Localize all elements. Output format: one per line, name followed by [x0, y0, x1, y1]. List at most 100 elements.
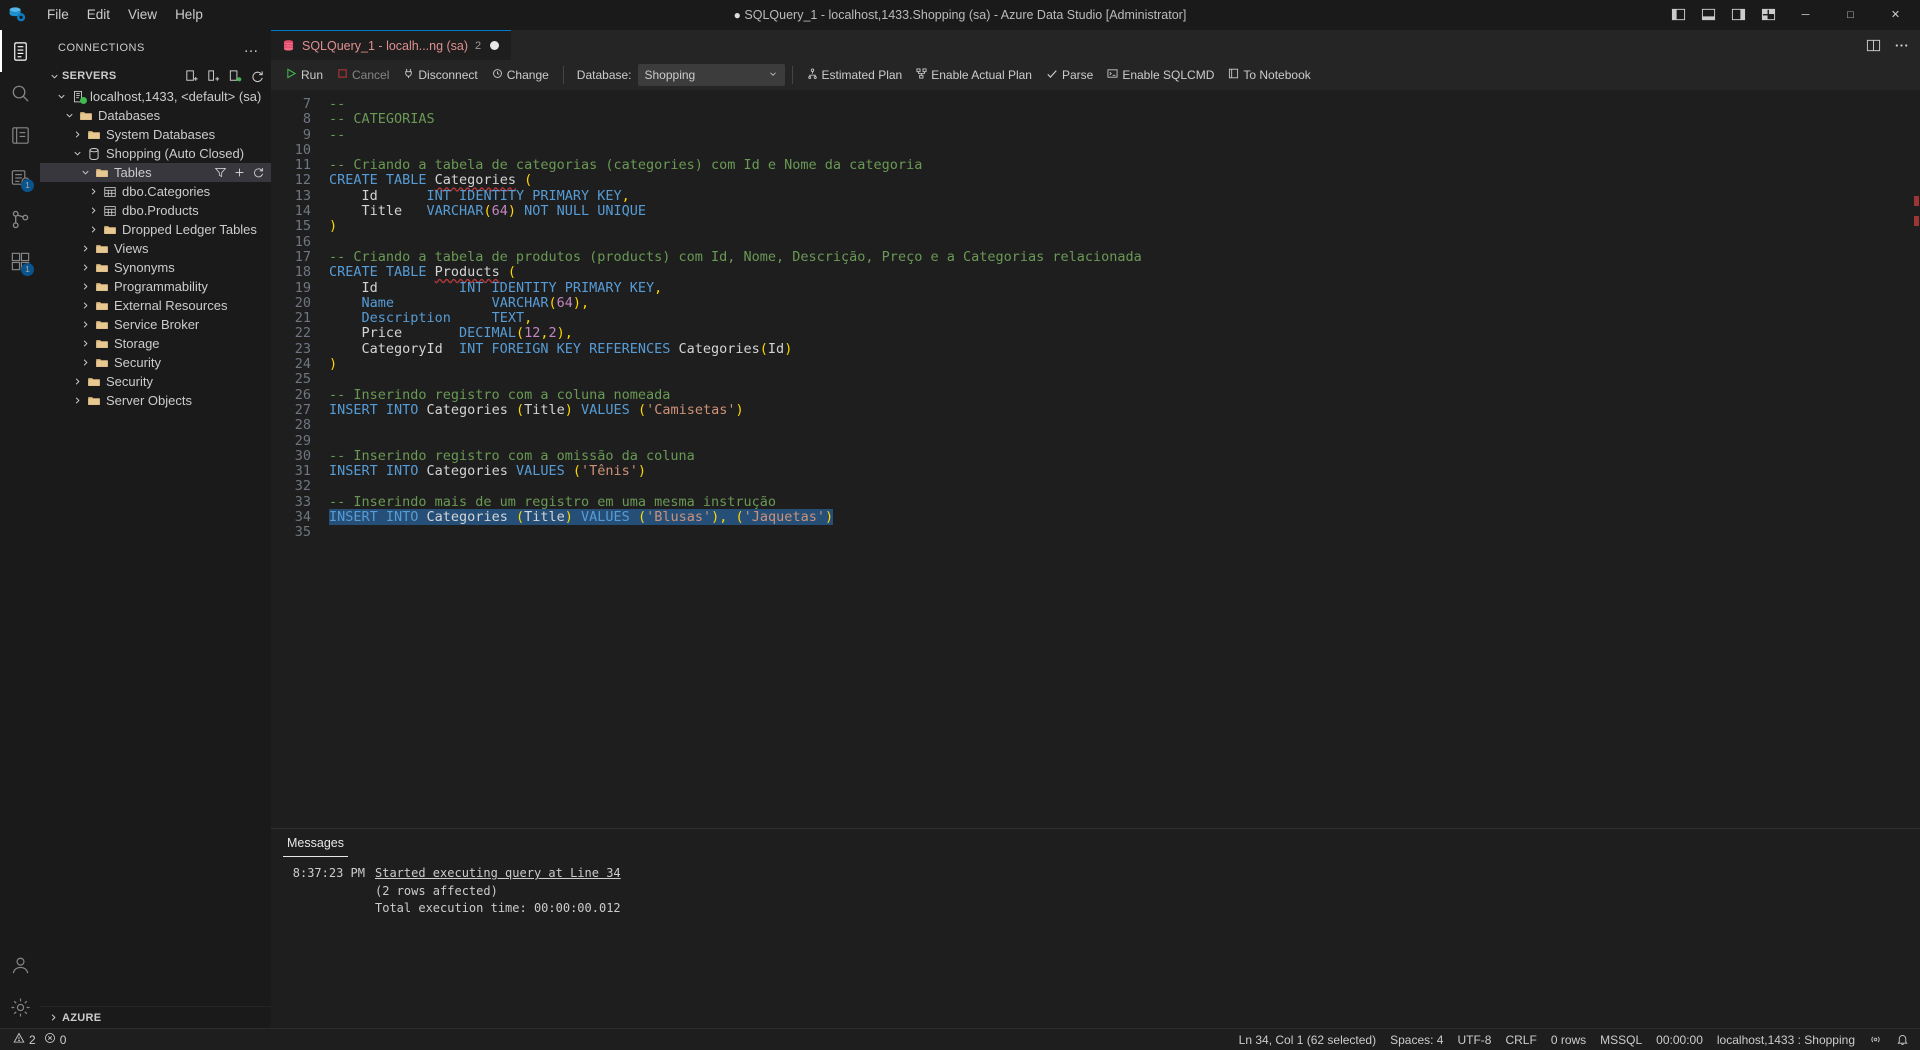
chevron-down-icon[interactable]: [70, 144, 85, 163]
tree-item-external-resources[interactable]: External Resources: [40, 296, 271, 315]
new-server-group-icon[interactable]: [203, 66, 223, 86]
split-editor-icon[interactable]: [1860, 30, 1886, 60]
status-broadcast-icon[interactable]: [1862, 1029, 1889, 1050]
code-line[interactable]: Name VARCHAR(64),: [329, 295, 1906, 311]
code-line[interactable]: [329, 235, 1906, 250]
code-line[interactable]: -- CATEGORIAS: [329, 112, 1906, 127]
status-language-mode[interactable]: MSSQL: [1593, 1029, 1649, 1050]
status-row-count[interactable]: 0 rows: [1544, 1029, 1593, 1050]
toggle-secondary-sidebar-icon[interactable]: [1723, 0, 1753, 30]
close-button[interactable]: ✕: [1873, 0, 1918, 30]
sql-editor[interactable]: 7 8 9 10 11 12 13 14 15 16 17 18 19 20 21 22 23 24 25 26 27 2…: [271, 91, 1920, 828]
chevron-right-icon[interactable]: [78, 353, 93, 372]
tree-item-programmability[interactable]: Programmability: [40, 277, 271, 296]
status-encoding[interactable]: UTF-8: [1450, 1029, 1498, 1050]
tree-item-databases[interactable]: Databases: [40, 106, 271, 125]
code-line[interactable]: ): [329, 219, 1906, 234]
code-line[interactable]: CREATE TABLE Products (: [329, 265, 1906, 280]
code-line[interactable]: Id INT IDENTITY PRIMARY KEY,: [329, 280, 1906, 296]
code-line[interactable]: INSERT INTO Categories (Title) VALUES ('…: [329, 509, 1906, 526]
customize-layout-icon[interactable]: [1753, 0, 1783, 30]
code-line[interactable]: [329, 525, 1906, 540]
activity-source-control-icon[interactable]: [0, 198, 40, 240]
code-line[interactable]: CREATE TABLE Categories (: [329, 173, 1906, 188]
code-line[interactable]: Price DECIMAL(12,2),: [329, 326, 1906, 341]
estimated-plan-button[interactable]: Estimated Plan: [800, 64, 910, 87]
azure-section-header[interactable]: AZURE: [40, 1006, 271, 1028]
chevron-right-icon[interactable]: [86, 220, 101, 239]
to-notebook-button[interactable]: To Notebook: [1221, 64, 1317, 87]
code-line[interactable]: -- Criando a tabela de produtos (product…: [329, 249, 1906, 265]
toggle-primary-sidebar-icon[interactable]: [1663, 0, 1693, 30]
refresh-icon[interactable]: [251, 166, 265, 180]
code-line[interactable]: -- Inserindo mais de um registro em uma …: [329, 494, 1906, 510]
run-button[interactable]: Run: [279, 64, 330, 87]
accounts-icon[interactable]: [0, 944, 40, 986]
status-cursor-position[interactable]: Ln 34, Col 1 (62 selected): [1232, 1029, 1383, 1050]
chevron-right-icon[interactable]: [70, 125, 85, 144]
minimize-button[interactable]: ─: [1783, 0, 1828, 30]
problems-status[interactable]: 2 0: [6, 1029, 73, 1050]
code-line[interactable]: INSERT INTO Categories VALUES ('Tênis'): [329, 463, 1906, 479]
tab-sqlquery1[interactable]: SQLQuery_1 - localh...ng (sa) 2: [271, 30, 512, 60]
menu-view[interactable]: View: [119, 4, 166, 26]
activity-query-history-icon[interactable]: 1: [0, 156, 40, 198]
messages-body[interactable]: 8:37:23 PM Started executing query at Lin…: [271, 857, 1920, 1028]
code-line[interactable]: [329, 479, 1906, 494]
parse-button[interactable]: Parse: [1039, 64, 1100, 87]
tree-item-server-objects[interactable]: Server Objects: [40, 391, 271, 410]
tree-item-storage[interactable]: Storage: [40, 334, 271, 353]
tree-item-dbo-categories[interactable]: dbo.Categories: [40, 182, 271, 201]
maximize-button[interactable]: □: [1828, 0, 1873, 30]
database-select[interactable]: Shopping: [637, 64, 785, 86]
refresh-servers-icon[interactable]: [247, 66, 267, 86]
code-line[interactable]: [329, 418, 1906, 433]
enable-sqlcmd-button[interactable]: Enable SQLCMD: [1100, 64, 1221, 87]
sidebar-more-actions-icon[interactable]: …: [238, 40, 266, 55]
code-scroll-region[interactable]: 7 8 9 10 11 12 13 14 15 16 17 18 19 20 21 22 23 24 25 26 27 2…: [271, 91, 1906, 828]
code-line[interactable]: [329, 372, 1906, 387]
chevron-right-icon[interactable]: [86, 182, 101, 201]
code-line[interactable]: --: [329, 96, 1906, 112]
chevron-right-icon[interactable]: [78, 258, 93, 277]
tab-dirty-indicator-icon[interactable]: [490, 41, 500, 50]
toggle-panel-icon[interactable]: [1693, 0, 1723, 30]
status-indentation[interactable]: Spaces: 4: [1383, 1029, 1450, 1050]
code-line[interactable]: [329, 143, 1906, 158]
servers-section-header[interactable]: SERVERS: [40, 65, 271, 87]
tree-item-localhost-1433-default-sa[interactable]: localhost,1433, <default> (sa): [40, 87, 271, 106]
chevron-right-icon[interactable]: [78, 296, 93, 315]
add-icon[interactable]: [232, 166, 246, 180]
status-eol[interactable]: CRLF: [1498, 1029, 1543, 1050]
enable-actual-plan-button[interactable]: Enable Actual Plan: [909, 64, 1039, 87]
code-line[interactable]: INSERT INTO Categories (Title) VALUES ('…: [329, 402, 1906, 418]
code-line[interactable]: Description TEXT,: [329, 311, 1906, 326]
code-line[interactable]: ): [329, 356, 1906, 372]
tree-item-tables[interactable]: Tables: [40, 163, 271, 182]
status-bell-icon[interactable]: [1889, 1029, 1916, 1050]
code-line[interactable]: -- Inserindo registro com a omissão da c…: [329, 448, 1906, 464]
activity-connections-icon[interactable]: [0, 30, 40, 72]
editor-overview-ruler[interactable]: [1906, 91, 1920, 828]
manage-settings-gear-icon[interactable]: [0, 986, 40, 1028]
menu-edit[interactable]: Edit: [78, 4, 119, 26]
chevron-right-icon[interactable]: [86, 201, 101, 220]
activity-search-icon[interactable]: [0, 72, 40, 114]
code-line[interactable]: Title VARCHAR(64) NOT NULL UNIQUE: [329, 203, 1906, 219]
code-line[interactable]: [329, 434, 1906, 449]
tree-item-views[interactable]: Views: [40, 239, 271, 258]
tree-item-system-databases[interactable]: System Databases: [40, 125, 271, 144]
tree-item-dropped-ledger-tables[interactable]: Dropped Ledger Tables: [40, 220, 271, 239]
activity-notebooks-icon[interactable]: [0, 114, 40, 156]
new-connection-icon[interactable]: [181, 66, 201, 86]
chevron-down-icon[interactable]: [54, 87, 69, 106]
status-execution-time[interactable]: 00:00:00: [1649, 1029, 1710, 1050]
cancel-button[interactable]: Cancel: [330, 64, 396, 87]
code-line[interactable]: --: [329, 127, 1906, 143]
code-content[interactable]: -- -- CATEGORIAS -- -- Criando a tabela de…: [329, 91, 1906, 828]
chevron-down-icon[interactable]: [62, 106, 77, 125]
chevron-right-icon[interactable]: [70, 372, 85, 391]
menu-file[interactable]: File: [38, 4, 78, 26]
tree-item-synonyms[interactable]: Synonyms: [40, 258, 271, 277]
code-line[interactable]: -- Criando a tabela de categorias (categ…: [329, 158, 1906, 173]
